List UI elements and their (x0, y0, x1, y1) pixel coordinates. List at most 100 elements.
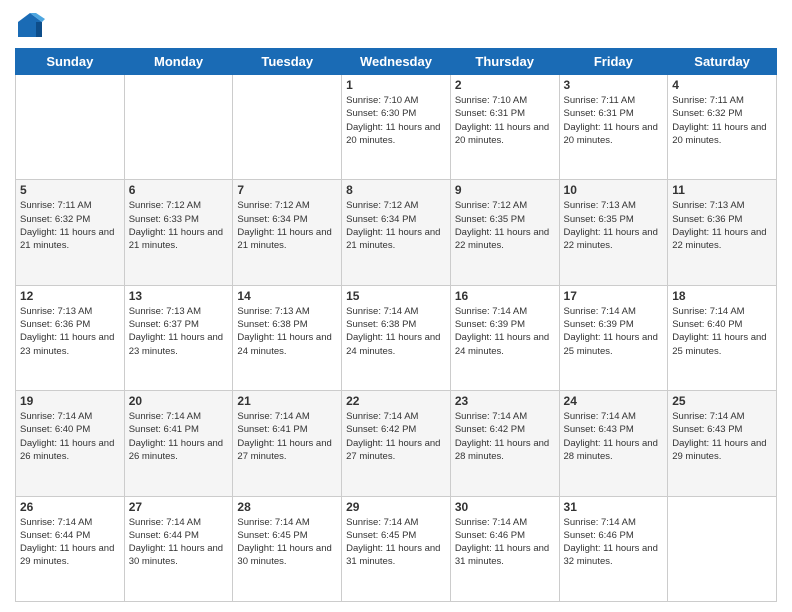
day-info: Sunrise: 7:11 AM Sunset: 6:31 PM Dayligh… (564, 94, 664, 147)
day-info: Sunrise: 7:12 AM Sunset: 6:35 PM Dayligh… (455, 199, 555, 252)
calendar-week-row: 19Sunrise: 7:14 AM Sunset: 6:40 PM Dayli… (16, 391, 777, 496)
weekday-header: Monday (124, 49, 233, 75)
day-number: 29 (346, 500, 446, 514)
calendar-cell: 26 Sunrise: 7:14 AM Sunset: 6:44 PM Dayli… (16, 496, 125, 601)
calendar-cell: 10 Sunrise: 7:13 AM Sunset: 6:35 PM Dayli… (559, 180, 668, 285)
weekday-header: Saturday (668, 49, 777, 75)
day-info: Sunrise: 7:10 AM Sunset: 6:31 PM Dayligh… (455, 94, 555, 147)
day-info: Sunrise: 7:13 AM Sunset: 6:36 PM Dayligh… (20, 305, 120, 358)
day-number: 5 (20, 183, 120, 197)
day-number: 28 (237, 500, 337, 514)
day-info: Sunrise: 7:14 AM Sunset: 6:43 PM Dayligh… (564, 410, 664, 463)
calendar-cell: 29 Sunrise: 7:14 AM Sunset: 6:45 PM Dayli… (342, 496, 451, 601)
calendar-cell: 30 Sunrise: 7:14 AM Sunset: 6:46 PM Dayli… (450, 496, 559, 601)
day-info: Sunrise: 7:14 AM Sunset: 6:41 PM Dayligh… (237, 410, 337, 463)
day-info: Sunrise: 7:14 AM Sunset: 6:46 PM Dayligh… (455, 516, 555, 569)
calendar-cell: 27Sunrise: 7:14 AM Sunset: 6:44 PM Dayli… (124, 496, 233, 601)
calendar-cell: 8 Sunrise: 7:12 AM Sunset: 6:34 PM Daylig… (342, 180, 451, 285)
calendar-cell: 23 Sunrise: 7:14 AM Sunset: 6:42 PM Dayli… (450, 391, 559, 496)
calendar-cell: 31 Sunrise: 7:14 AM Sunset: 6:46 PM Dayli… (559, 496, 668, 601)
day-number: 23 (455, 394, 555, 408)
day-number: 31 (564, 500, 664, 514)
day-number: 11 (672, 183, 772, 197)
calendar-cell: 11Sunrise: 7:13 AM Sunset: 6:36 PM Dayli… (668, 180, 777, 285)
calendar-cell: 3 Sunrise: 7:11 AM Sunset: 6:31 PM Daylig… (559, 75, 668, 180)
day-info: Sunrise: 7:14 AM Sunset: 6:39 PM Dayligh… (455, 305, 555, 358)
day-number: 13 (129, 289, 229, 303)
calendar-cell (16, 75, 125, 180)
logo (15, 10, 49, 40)
day-info: Sunrise: 7:13 AM Sunset: 6:38 PM Dayligh… (237, 305, 337, 358)
calendar-cell: 13Sunrise: 7:13 AM Sunset: 6:37 PM Dayli… (124, 285, 233, 390)
calendar-cell: 18Sunrise: 7:14 AM Sunset: 6:40 PM Dayli… (668, 285, 777, 390)
day-number: 19 (20, 394, 120, 408)
day-info: Sunrise: 7:14 AM Sunset: 6:39 PM Dayligh… (564, 305, 664, 358)
day-number: 15 (346, 289, 446, 303)
weekday-header: Thursday (450, 49, 559, 75)
calendar-cell: 19Sunrise: 7:14 AM Sunset: 6:40 PM Dayli… (16, 391, 125, 496)
day-number: 27 (129, 500, 229, 514)
calendar-body: 1 Sunrise: 7:10 AM Sunset: 6:30 PM Daylig… (16, 75, 777, 602)
calendar-cell: 28 Sunrise: 7:14 AM Sunset: 6:45 PM Dayli… (233, 496, 342, 601)
day-info: Sunrise: 7:14 AM Sunset: 6:44 PM Dayligh… (20, 516, 120, 569)
day-info: Sunrise: 7:12 AM Sunset: 6:33 PM Dayligh… (129, 199, 229, 252)
day-number: 22 (346, 394, 446, 408)
calendar: SundayMondayTuesdayWednesdayThursdayFrid… (15, 48, 777, 602)
day-info: Sunrise: 7:12 AM Sunset: 6:34 PM Dayligh… (346, 199, 446, 252)
calendar-cell: 1 Sunrise: 7:10 AM Sunset: 6:30 PM Daylig… (342, 75, 451, 180)
calendar-cell: 16Sunrise: 7:14 AM Sunset: 6:39 PM Dayli… (450, 285, 559, 390)
page: SundayMondayTuesdayWednesdayThursdayFrid… (0, 0, 792, 612)
day-number: 25 (672, 394, 772, 408)
weekday-row: SundayMondayTuesdayWednesdayThursdayFrid… (16, 49, 777, 75)
day-number: 12 (20, 289, 120, 303)
calendar-cell: 7Sunrise: 7:12 AM Sunset: 6:34 PM Daylig… (233, 180, 342, 285)
day-number: 20 (129, 394, 229, 408)
day-number: 24 (564, 394, 664, 408)
day-info: Sunrise: 7:14 AM Sunset: 6:42 PM Dayligh… (455, 410, 555, 463)
calendar-cell: 22 Sunrise: 7:14 AM Sunset: 6:42 PM Dayli… (342, 391, 451, 496)
day-number: 30 (455, 500, 555, 514)
header (15, 10, 777, 40)
day-info: Sunrise: 7:14 AM Sunset: 6:45 PM Dayligh… (237, 516, 337, 569)
weekday-header: Tuesday (233, 49, 342, 75)
weekday-header: Friday (559, 49, 668, 75)
calendar-header: SundayMondayTuesdayWednesdayThursdayFrid… (16, 49, 777, 75)
calendar-cell: 25Sunrise: 7:14 AM Sunset: 6:43 PM Dayli… (668, 391, 777, 496)
logo-icon (15, 10, 45, 40)
day-number: 9 (455, 183, 555, 197)
day-number: 18 (672, 289, 772, 303)
calendar-cell: 4Sunrise: 7:11 AM Sunset: 6:32 PM Daylig… (668, 75, 777, 180)
calendar-cell: 15 Sunrise: 7:14 AM Sunset: 6:38 PM Dayli… (342, 285, 451, 390)
calendar-cell: 20 Sunrise: 7:14 AM Sunset: 6:41 PM Dayli… (124, 391, 233, 496)
calendar-week-row: 5 Sunrise: 7:11 AM Sunset: 6:32 PM Daylig… (16, 180, 777, 285)
day-info: Sunrise: 7:11 AM Sunset: 6:32 PM Dayligh… (20, 199, 120, 252)
calendar-cell (233, 75, 342, 180)
day-info: Sunrise: 7:14 AM Sunset: 6:41 PM Dayligh… (129, 410, 229, 463)
calendar-cell: 14 Sunrise: 7:13 AM Sunset: 6:38 PM Dayli… (233, 285, 342, 390)
calendar-cell (124, 75, 233, 180)
calendar-cell: 12 Sunrise: 7:13 AM Sunset: 6:36 PM Dayli… (16, 285, 125, 390)
day-number: 10 (564, 183, 664, 197)
day-info: Sunrise: 7:14 AM Sunset: 6:38 PM Dayligh… (346, 305, 446, 358)
day-info: Sunrise: 7:14 AM Sunset: 6:42 PM Dayligh… (346, 410, 446, 463)
day-number: 17 (564, 289, 664, 303)
day-number: 8 (346, 183, 446, 197)
day-number: 26 (20, 500, 120, 514)
weekday-header: Sunday (16, 49, 125, 75)
day-number: 3 (564, 78, 664, 92)
day-info: Sunrise: 7:13 AM Sunset: 6:35 PM Dayligh… (564, 199, 664, 252)
day-number: 1 (346, 78, 446, 92)
day-info: Sunrise: 7:12 AM Sunset: 6:34 PM Dayligh… (237, 199, 337, 252)
day-info: Sunrise: 7:10 AM Sunset: 6:30 PM Dayligh… (346, 94, 446, 147)
calendar-cell: 5 Sunrise: 7:11 AM Sunset: 6:32 PM Daylig… (16, 180, 125, 285)
calendar-cell (668, 496, 777, 601)
calendar-week-row: 26 Sunrise: 7:14 AM Sunset: 6:44 PM Dayli… (16, 496, 777, 601)
day-number: 21 (237, 394, 337, 408)
day-number: 14 (237, 289, 337, 303)
day-info: Sunrise: 7:14 AM Sunset: 6:46 PM Dayligh… (564, 516, 664, 569)
calendar-cell: 24 Sunrise: 7:14 AM Sunset: 6:43 PM Dayli… (559, 391, 668, 496)
day-number: 4 (672, 78, 772, 92)
day-number: 6 (129, 183, 229, 197)
day-info: Sunrise: 7:14 AM Sunset: 6:45 PM Dayligh… (346, 516, 446, 569)
calendar-cell: 17 Sunrise: 7:14 AM Sunset: 6:39 PM Dayli… (559, 285, 668, 390)
